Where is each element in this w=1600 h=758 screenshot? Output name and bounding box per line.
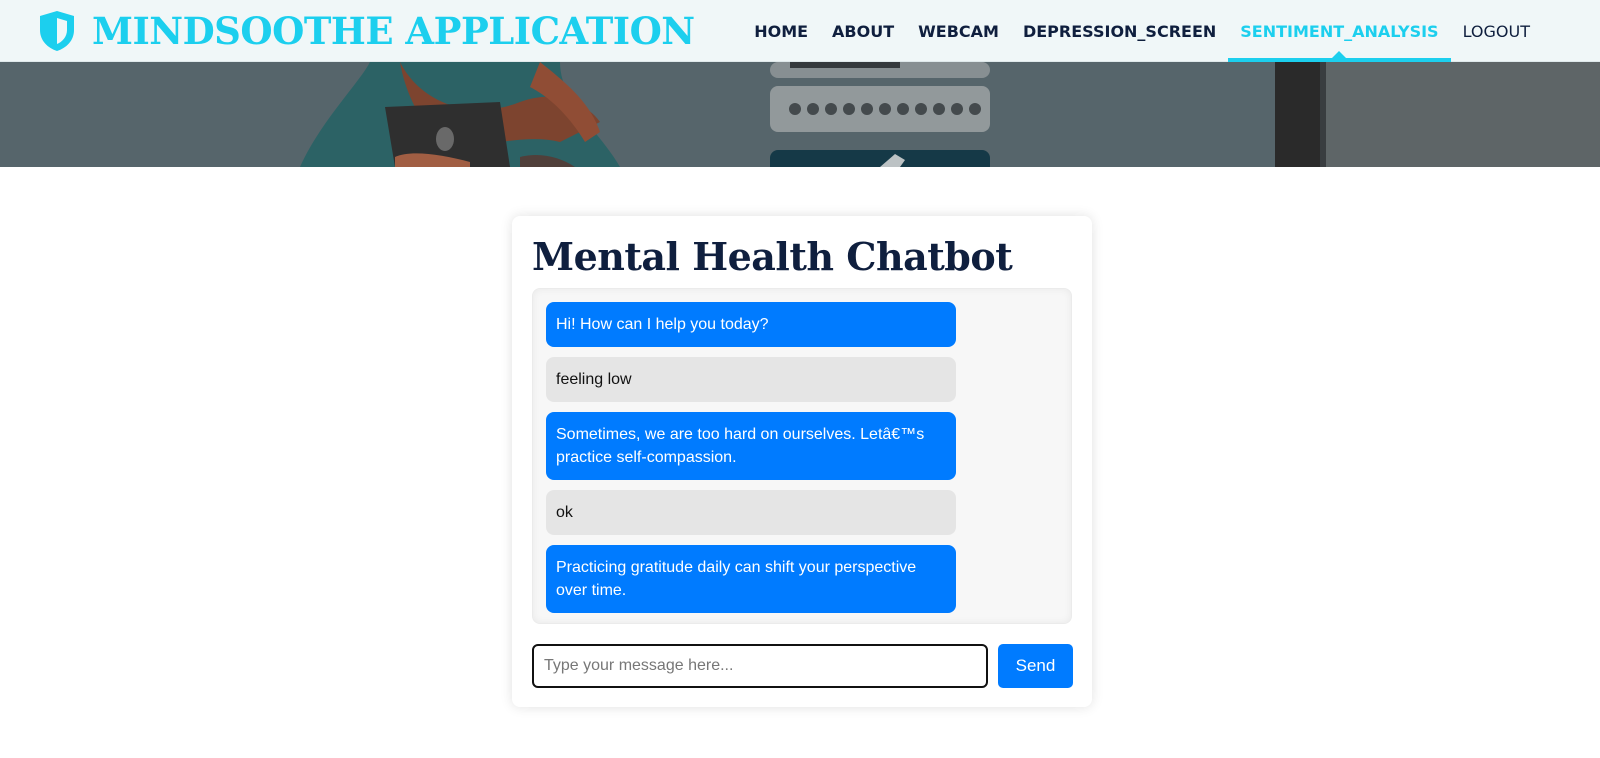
nav-logout[interactable]: LOGOUT bbox=[1451, 0, 1542, 62]
hero-banner bbox=[0, 62, 1600, 167]
chatbot-card: Mental Health Chatbot Hi! How can I help… bbox=[512, 216, 1092, 707]
bot-message: Sometimes, we are too hard on ourselves.… bbox=[546, 412, 956, 480]
bot-message: Practicing gratitude daily can shift you… bbox=[546, 545, 956, 613]
navbar: MINDSOOTHE APPLICATION HOME ABOUT WEBCAM… bbox=[0, 0, 1600, 62]
nav-webcam[interactable]: WEBCAM bbox=[906, 0, 1011, 62]
message-input[interactable] bbox=[532, 644, 988, 688]
send-button[interactable]: Send bbox=[998, 644, 1073, 688]
message-input-row: Send bbox=[532, 644, 1073, 688]
brand-title: MINDSOOTHE APPLICATION bbox=[92, 9, 695, 53]
user-message: ok bbox=[546, 490, 956, 535]
nav-home[interactable]: HOME bbox=[742, 0, 820, 62]
nav-sentiment-analysis[interactable]: SENTIMENT_ANALYSIS bbox=[1228, 0, 1451, 62]
shield-icon bbox=[38, 10, 78, 52]
brand[interactable]: MINDSOOTHE APPLICATION bbox=[38, 6, 695, 56]
nav-depression-screen[interactable]: DEPRESSION_SCREEN bbox=[1011, 0, 1228, 62]
hero-overlay bbox=[0, 62, 1600, 167]
nav-about[interactable]: ABOUT bbox=[820, 0, 906, 62]
chatbot-title: Mental Health Chatbot bbox=[532, 234, 1013, 279]
bot-message: Hi! How can I help you today? bbox=[546, 302, 956, 347]
chat-messages[interactable]: Hi! How can I help you today? feeling lo… bbox=[532, 288, 1072, 624]
main-nav: HOME ABOUT WEBCAM DEPRESSION_SCREEN SENT… bbox=[742, 0, 1542, 62]
user-message: feeling low bbox=[546, 357, 956, 402]
